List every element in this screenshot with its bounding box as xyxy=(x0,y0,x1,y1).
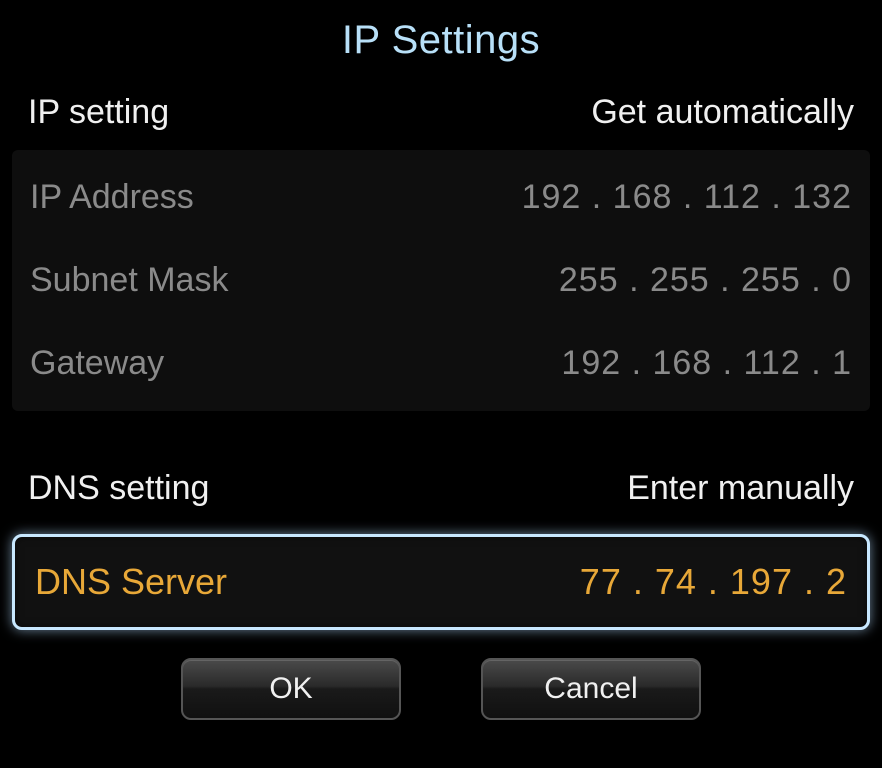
gateway-label: Gateway xyxy=(30,344,164,383)
dns-setting-mode: Enter manually xyxy=(627,469,854,508)
gateway-value: 192 . 168 . 112 . 1 xyxy=(561,344,852,383)
ok-button[interactable]: OK xyxy=(181,658,401,720)
ip-settings-screen: IP Settings IP setting Get automatically… xyxy=(0,0,882,768)
dns-server-row[interactable]: DNS Server 77 . 74 . 197 . 2 xyxy=(12,534,870,630)
ip-details-block: IP Address 192 . 168 . 112 . 132 Subnet … xyxy=(12,150,870,411)
subnet-mask-label: Subnet Mask xyxy=(30,261,228,300)
ip-setting-mode: Get automatically xyxy=(591,93,854,132)
subnet-mask-value: 255 . 255 . 255 . 0 xyxy=(559,261,852,300)
gateway-row: Gateway 192 . 168 . 112 . 1 xyxy=(12,322,870,405)
ip-address-row: IP Address 192 . 168 . 112 . 132 xyxy=(12,156,870,239)
page-title: IP Settings xyxy=(0,0,882,93)
dns-server-label: DNS Server xyxy=(35,561,227,603)
ip-setting-header[interactable]: IP setting Get automatically xyxy=(0,93,882,150)
dns-setting-header[interactable]: DNS setting Enter manually xyxy=(0,469,882,526)
ip-address-label: IP Address xyxy=(30,178,194,217)
dns-server-value[interactable]: 77 . 74 . 197 . 2 xyxy=(580,561,847,603)
subnet-mask-row: Subnet Mask 255 . 255 . 255 . 0 xyxy=(12,239,870,322)
button-bar: OK Cancel xyxy=(0,658,882,720)
ip-setting-label: IP setting xyxy=(28,93,169,132)
cancel-button[interactable]: Cancel xyxy=(481,658,701,720)
ip-address-value: 192 . 168 . 112 . 132 xyxy=(522,178,852,217)
dns-setting-label: DNS setting xyxy=(28,469,209,508)
